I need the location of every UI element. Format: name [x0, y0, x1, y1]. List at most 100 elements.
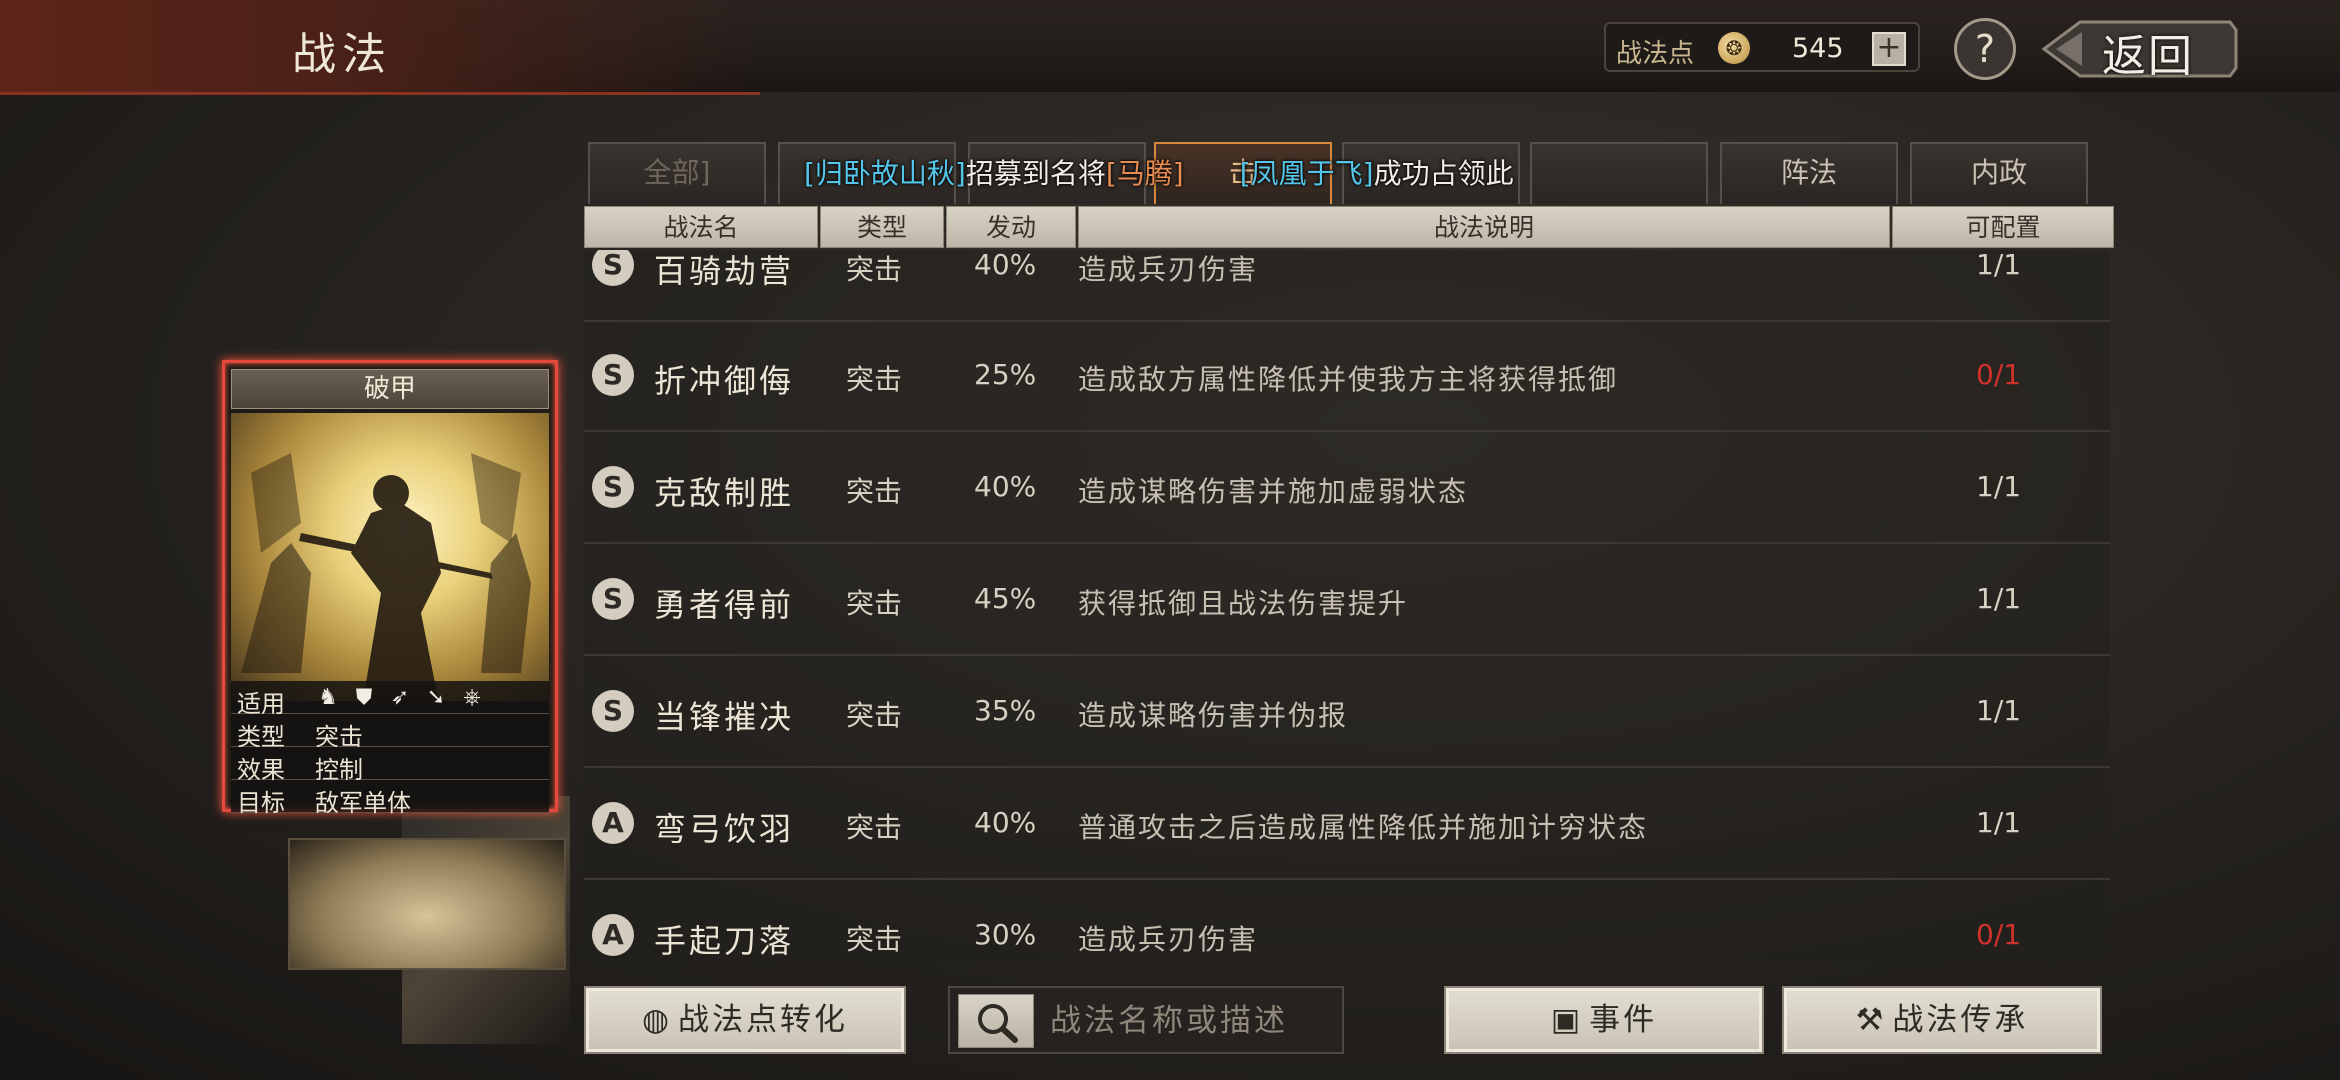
tactic-row[interactable]: S 克敌制胜 突击 40% 造成谋略伤害并施加虚弱状态 1/1	[584, 436, 2110, 544]
tactic-type: 突击	[846, 811, 903, 844]
tactic-row[interactable]: A 手起刀落 突击 30% 造成兵刃伤害 0/1	[584, 884, 2110, 966]
tactic-availability: 1/1	[1976, 470, 2022, 503]
alert-book-icon: ▣	[1550, 1002, 1584, 1038]
tactic-description: 造成敌方属性降低并使我方主将获得抵御	[1078, 363, 1619, 396]
grade-badge: A	[592, 914, 634, 956]
card-label-target: 目标	[237, 789, 285, 817]
tactic-rate: 40%	[974, 250, 1037, 281]
grade-badge: S	[592, 250, 634, 286]
tactic-rate: 25%	[974, 358, 1037, 391]
tactic-availability: 1/1	[1976, 806, 2022, 839]
spear-icon: ➘	[426, 685, 446, 710]
tactic-description: 造成谋略伤害并伪报	[1078, 699, 1349, 732]
card-info: 适用 ♞ ⛊ ➶ ➘ ⎈ 类型 突击 效果 控制 目标 敌军单体	[231, 681, 549, 817]
header-configurable[interactable]: 可配置	[1892, 206, 2114, 248]
convert-points-label: 战法点转化	[678, 1002, 849, 1038]
tactic-row[interactable]: S 折冲御侮 突击 25% 造成敌方属性降低并使我方主将获得抵御 0/1	[584, 324, 2110, 432]
inherit-tactic-label: 战法传承	[1892, 1002, 2029, 1038]
header-trigger-rate[interactable]: 发动	[946, 206, 1076, 248]
search-input[interactable]	[1050, 996, 1330, 1046]
tactic-description: 普通攻击之后造成属性降低并施加计穷状态	[1078, 811, 1649, 844]
tactic-row[interactable]: A 弯弓饮羽 突击 40% 普通攻击之后造成属性降低并施加计穷状态 1/1	[584, 772, 2110, 880]
tactic-availability: 1/1	[1976, 694, 2022, 727]
header-type[interactable]: 类型	[820, 206, 944, 248]
grade-badge: S	[592, 690, 634, 732]
events-label: 事件	[1589, 1002, 1658, 1038]
coin-icon: ❂	[1718, 32, 1750, 64]
tactic-rate: 35%	[974, 694, 1037, 727]
warrior-silhouette-icon	[241, 453, 531, 701]
tactic-availability: 1/1	[1976, 582, 2022, 615]
header-tactic-name[interactable]: 战法名	[584, 206, 818, 248]
tactic-name: 手起刀落	[654, 922, 795, 960]
back-button[interactable]: 返回	[2040, 14, 2240, 82]
chariot-icon: ⎈	[463, 685, 481, 710]
tactic-points-panel: 战法点 ❂ 545 +	[1604, 22, 1920, 72]
tactic-type: 突击	[846, 363, 903, 396]
tactic-type: 突击	[846, 475, 903, 508]
tactic-rate: 40%	[974, 470, 1037, 503]
banner-player: [归卧故山秋]	[804, 157, 966, 190]
banner-player-2: [凤凰于飞]	[1239, 157, 1374, 190]
tactic-name: 克敌制胜	[654, 474, 795, 512]
search-icon[interactable]	[958, 994, 1034, 1048]
card-title: 破甲	[231, 369, 549, 409]
hammer-icon: ⚒	[1855, 1002, 1887, 1038]
page-title: 战法	[292, 29, 392, 80]
grade-badge: S	[592, 578, 634, 620]
tactic-list[interactable]: S 百骑劫营 突击 40% 造成兵刃伤害 1/1 S 折冲御侮 突击 25% 造…	[584, 250, 2110, 966]
card-row-target: 目标 敌军单体	[231, 780, 549, 817]
card-row-effect: 效果 控制	[231, 747, 549, 784]
announcement-banner: [归卧故山秋]招募到名将[马腾] [凤凰于飞]成功占领此	[804, 152, 1514, 192]
add-points-button[interactable]: +	[1872, 32, 1906, 66]
top-bar: 战法 战法点 ❂ 545 + ? 返回	[0, 0, 2340, 95]
convert-points-button[interactable]: ◍ 战法点转化	[584, 986, 906, 1054]
tactic-name: 当锋摧决	[654, 698, 795, 736]
banner-general: [马腾]	[1105, 157, 1184, 190]
tab-6[interactable]	[1530, 142, 1708, 204]
tactic-rate: 30%	[974, 918, 1037, 951]
tactic-description: 造成谋略伤害并施加虚弱状态	[1078, 475, 1469, 508]
tactic-rate: 40%	[974, 806, 1037, 839]
tactic-name: 弯弓饮羽	[654, 810, 795, 848]
selected-tactic-card[interactable]: 破甲 适用 ♞ ⛊ ➶ ➘ ⎈ 类型 突击 效果 控制 目标 敌军单体	[222, 360, 558, 817]
grade-badge: S	[592, 466, 634, 508]
card-artwork	[231, 413, 549, 701]
shield-icon: ⛊	[355, 685, 373, 710]
card-row-type: 类型 突击	[231, 714, 549, 751]
tactic-type: 突击	[846, 923, 903, 956]
tactic-description: 获得抵御且战法伤害提升	[1078, 587, 1409, 620]
tab-all[interactable]: 全部]	[588, 142, 766, 204]
tactic-type: 突击	[846, 587, 903, 620]
tactic-row[interactable]: S 当锋摧决 突击 35% 造成谋略伤害并伪报 1/1	[584, 660, 2110, 768]
tactic-type: 突击	[846, 253, 903, 286]
back-label: 返回	[2102, 31, 2194, 82]
tactic-rate: 45%	[974, 582, 1037, 615]
inherit-tactic-button[interactable]: ⚒ 战法传承	[1782, 986, 2102, 1054]
tactic-row[interactable]: S 百骑劫营 突击 40% 造成兵刃伤害 1/1	[584, 250, 2110, 322]
tactic-description: 造成兵刃伤害	[1078, 253, 1259, 286]
tactic-points-value: 545	[1792, 33, 1844, 64]
tactic-type: 突击	[846, 699, 903, 732]
bow-icon: ➶	[390, 685, 410, 710]
banner-text: 招募到名将	[965, 157, 1106, 190]
tactic-name: 百骑劫营	[654, 252, 795, 290]
tactic-description: 造成兵刃伤害	[1078, 923, 1259, 956]
grade-badge: A	[592, 802, 634, 844]
banner-text-2: 成功占领此	[1373, 157, 1514, 190]
header-description: 战法说明	[1078, 206, 1890, 248]
card-value-target: 敌军单体	[315, 789, 411, 817]
grade-badge: S	[592, 354, 634, 396]
help-button[interactable]: ?	[1954, 18, 2016, 80]
flame-icon: ◍	[641, 1002, 673, 1038]
tab-formation[interactable]: 阵法	[1720, 142, 1898, 204]
tactic-row[interactable]: S 勇者得前 突击 45% 获得抵御且战法伤害提升 1/1	[584, 548, 2110, 656]
cavalry-icon: ♞	[318, 685, 338, 710]
tactic-name: 勇者得前	[654, 586, 795, 624]
tab-internal-affairs[interactable]: 内政	[1910, 142, 2088, 204]
card-stack-middle	[288, 838, 566, 970]
search-box[interactable]	[948, 986, 1344, 1054]
unit-type-icons: ♞ ⛊ ➶ ➘ ⎈	[315, 685, 485, 711]
events-button[interactable]: ▣ 事件	[1444, 986, 1764, 1054]
tactic-name: 折冲御侮	[654, 362, 795, 400]
